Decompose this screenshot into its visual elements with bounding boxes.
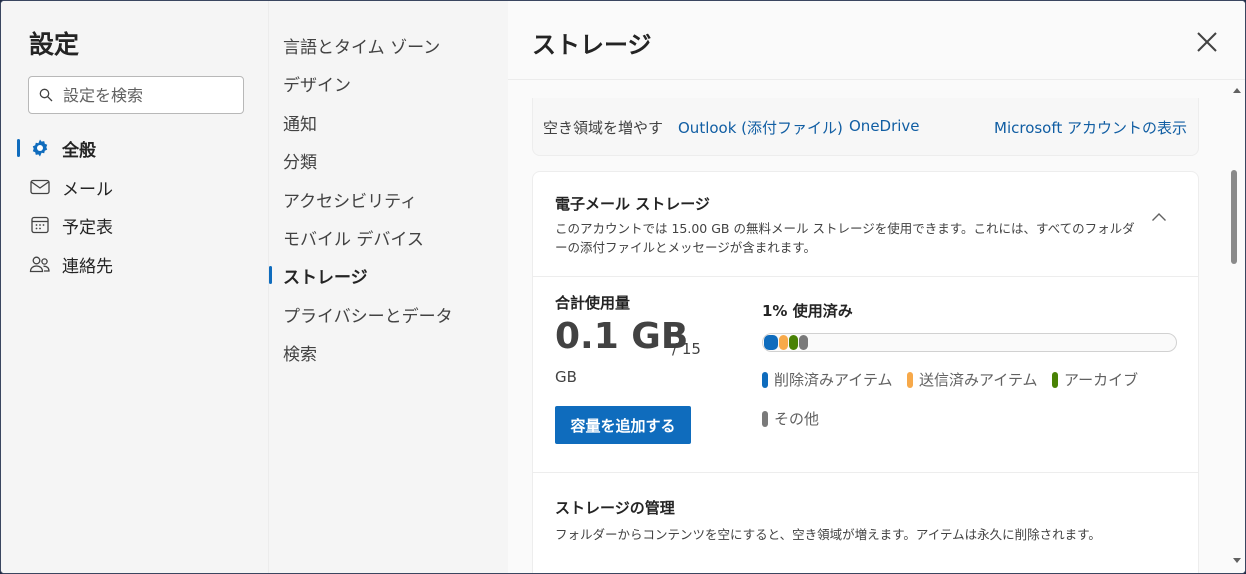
usage-segment-archive bbox=[789, 335, 798, 350]
legend-swatch bbox=[907, 371, 913, 388]
nav-item-label: 連絡先 bbox=[62, 256, 113, 277]
legend-swatch bbox=[762, 410, 768, 427]
nav-item-mail[interactable]: メール bbox=[17, 169, 257, 205]
subnav-item-label: モバイル デバイス bbox=[283, 229, 424, 250]
settings-nav: 設定 全般 bbox=[1, 1, 268, 573]
legend-swatch bbox=[1052, 371, 1058, 388]
nav-item-label: メール bbox=[62, 179, 113, 200]
people-icon bbox=[29, 253, 51, 275]
subnav-item-label: アクセシビリティ bbox=[283, 191, 418, 212]
email-storage-title: 電子メール ストレージ bbox=[555, 195, 710, 213]
subnav-item-label: 通知 bbox=[283, 114, 317, 135]
vertical-scrollbar[interactable] bbox=[1226, 80, 1245, 573]
search-icon bbox=[39, 88, 53, 102]
scroll-down-arrow-icon[interactable] bbox=[1233, 558, 1241, 563]
settings-search-input[interactable] bbox=[63, 83, 238, 107]
subnav-item-language[interactable]: 言語とタイム ゾーン bbox=[269, 27, 507, 63]
settings-search-box[interactable] bbox=[28, 76, 244, 114]
nav-item-general[interactable]: 全般 bbox=[17, 130, 257, 166]
subnav-item-design[interactable]: デザイン bbox=[269, 65, 507, 101]
subnav-item-notifications[interactable]: 通知 bbox=[269, 104, 507, 140]
storage-usage-bar bbox=[762, 333, 1177, 352]
usage-segment-deleted bbox=[764, 335, 778, 350]
total-capacity: / 15 bbox=[672, 340, 701, 358]
subnav-item-label: デザイン bbox=[283, 75, 351, 96]
selection-indicator bbox=[17, 139, 20, 157]
outlook-attachments-link[interactable]: Outlook (添付ファイル) bbox=[678, 117, 843, 138]
legend-label: アーカイブ bbox=[1064, 371, 1139, 389]
nav-item-label: 予定表 bbox=[62, 217, 113, 238]
legend-other: その他 bbox=[762, 408, 819, 429]
legend-swatch bbox=[762, 371, 768, 388]
subnav-item-accessibility[interactable]: アクセシビリティ bbox=[269, 181, 507, 217]
storage-pane: ストレージ 空き領域を増やす Outlook (添付ファイル) OneDrive… bbox=[508, 1, 1245, 573]
used-percent-label: 1% 使用済み bbox=[762, 302, 853, 320]
subnav-item-label: ストレージ bbox=[283, 267, 368, 288]
email-storage-description: このアカウントでは 15.00 GB の無料メール ストレージを使用できます。こ… bbox=[555, 221, 1135, 255]
settings-window: 設定 全般 bbox=[0, 0, 1246, 574]
legend-deleted: 削除済みアイテム bbox=[762, 369, 893, 390]
legend-label: 送信済みアイテム bbox=[919, 371, 1038, 389]
subnav-item-search[interactable]: 検索 bbox=[269, 334, 507, 370]
settings-title: 設定 bbox=[29, 30, 80, 59]
microsoft-account-link[interactable]: Microsoft アカウントの表示 bbox=[994, 117, 1187, 138]
free-space-card: 空き領域を増やす Outlook (添付ファイル) OneDrive Micro… bbox=[532, 98, 1199, 156]
nav-item-calendar[interactable]: 予定表 bbox=[17, 207, 257, 243]
subnav-item-label: 分類 bbox=[283, 152, 317, 173]
chevron-up-icon bbox=[1152, 213, 1166, 221]
legend-label: その他 bbox=[774, 410, 820, 428]
usage-segment-sent bbox=[779, 335, 788, 350]
total-usage-value: 0.1 GB bbox=[555, 316, 689, 357]
general-subnav: 言語とタイム ゾーン デザイン 通知 分類 アクセシビリティ モバイル デバイス… bbox=[268, 1, 508, 573]
usage-segment-other bbox=[799, 335, 808, 350]
divider bbox=[533, 276, 1198, 277]
email-storage-card: 電子メール ストレージ このアカウントでは 15.00 GB の無料メール スト… bbox=[532, 171, 1199, 573]
legend-label: 削除済みアイテム bbox=[774, 371, 893, 389]
scrollbar-thumb[interactable] bbox=[1231, 170, 1237, 264]
total-usage-label: 合計使用量 bbox=[555, 294, 631, 312]
subnav-item-label: プライバシーとデータ bbox=[283, 306, 453, 327]
close-icon bbox=[1197, 32, 1217, 52]
onedrive-link[interactable]: OneDrive bbox=[849, 117, 920, 135]
scroll-up-arrow-icon[interactable] bbox=[1233, 88, 1241, 93]
subnav-item-categories[interactable]: 分類 bbox=[269, 142, 507, 178]
mail-icon bbox=[29, 176, 51, 198]
total-capacity-unit: GB bbox=[555, 368, 577, 386]
legend-sent: 送信済みアイテム bbox=[907, 369, 1038, 390]
page-title: ストレージ bbox=[532, 31, 652, 59]
selection-indicator bbox=[269, 266, 272, 284]
storage-scroll-area[interactable]: 空き領域を増やす Outlook (添付ファイル) OneDrive Micro… bbox=[508, 80, 1245, 573]
storage-management-title: ストレージの管理 bbox=[555, 499, 675, 517]
close-button[interactable] bbox=[1192, 27, 1222, 57]
calendar-icon bbox=[29, 214, 51, 236]
nav-item-people[interactable]: 連絡先 bbox=[17, 246, 257, 282]
add-storage-button[interactable]: 容量を追加する bbox=[555, 406, 691, 444]
gear-icon bbox=[29, 137, 51, 159]
free-space-label: 空き領域を増やす bbox=[543, 119, 664, 137]
collapse-button[interactable] bbox=[1147, 205, 1171, 229]
legend-archive: アーカイブ bbox=[1052, 369, 1138, 390]
subnav-item-privacy[interactable]: プライバシーとデータ bbox=[269, 296, 507, 332]
nav-item-label: 全般 bbox=[62, 140, 96, 161]
subnav-item-label: 検索 bbox=[283, 344, 317, 365]
subnav-item-storage[interactable]: ストレージ bbox=[269, 257, 507, 293]
divider bbox=[533, 472, 1198, 473]
subnav-item-label: 言語とタイム ゾーン bbox=[283, 37, 441, 58]
subnav-item-mobile[interactable]: モバイル デバイス bbox=[269, 219, 507, 255]
storage-management-description: フォルダーからコンテンツを空にすると、空き領域が増えます。アイテムは永久に削除さ… bbox=[555, 527, 1101, 542]
